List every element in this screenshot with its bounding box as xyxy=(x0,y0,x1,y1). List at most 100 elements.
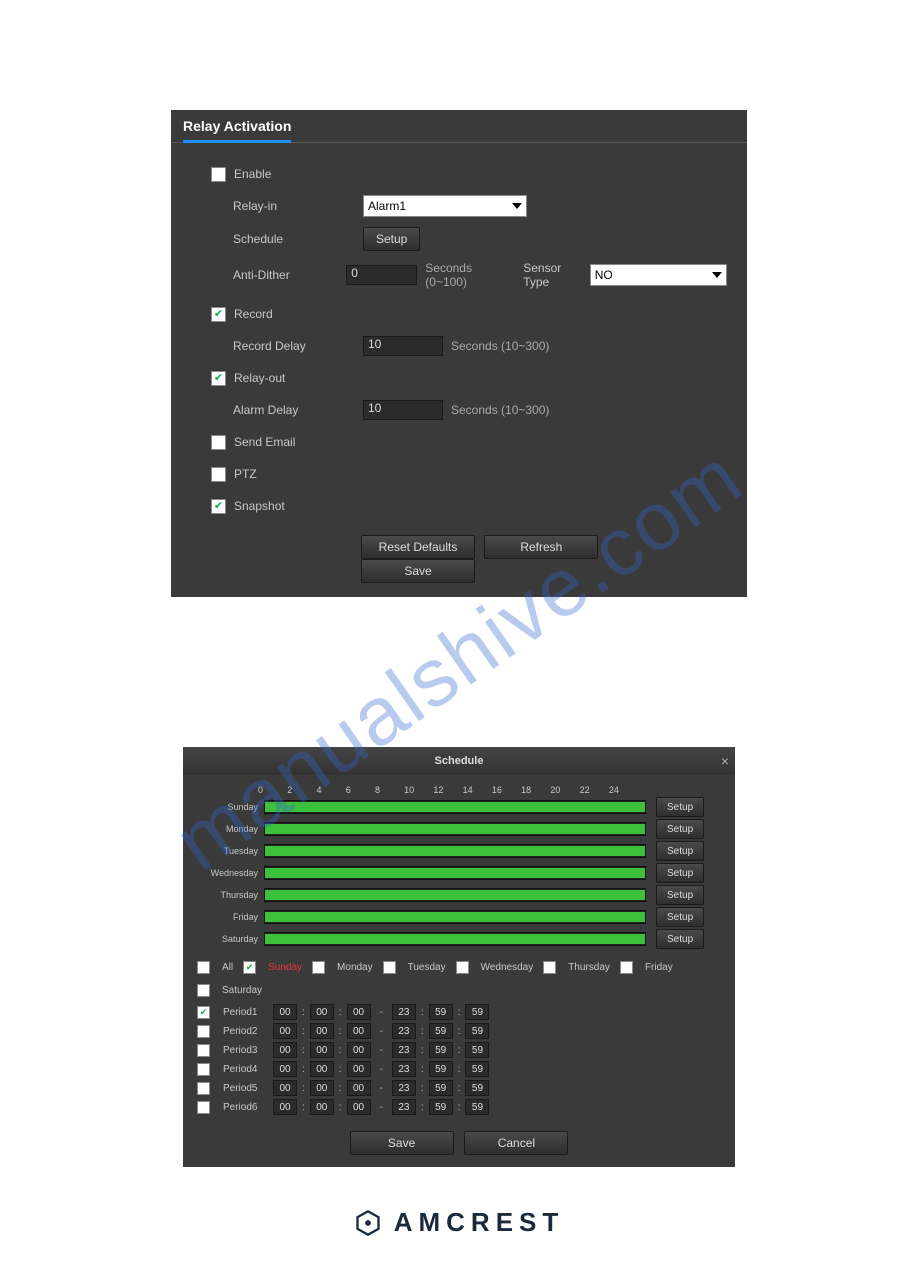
period-to-1[interactable]: 59 xyxy=(429,1004,453,1020)
period-to-0[interactable]: 23 xyxy=(392,1080,416,1096)
period-from-0[interactable]: 00 xyxy=(273,1061,297,1077)
day-bar[interactable] xyxy=(264,822,646,836)
period-from-1[interactable]: 00 xyxy=(310,1099,334,1115)
checkbox[interactable] xyxy=(383,961,396,974)
period-to-0[interactable]: 23 xyxy=(392,1004,416,1020)
period-to-0[interactable]: 23 xyxy=(392,1099,416,1115)
period-from-2[interactable]: 00 xyxy=(347,1042,371,1058)
period-from-2[interactable]: 00 xyxy=(347,1004,371,1020)
period-from-0[interactable]: 00 xyxy=(273,1023,297,1039)
hour-tick: 6 xyxy=(346,785,375,795)
checkbox[interactable] xyxy=(456,961,469,974)
checkbox[interactable] xyxy=(197,961,210,974)
day-setup-button[interactable]: Setup xyxy=(656,819,704,839)
period-from-0[interactable]: 00 xyxy=(273,1099,297,1115)
day-check-label: Saturday xyxy=(222,985,262,996)
day-check-thursday[interactable]: Thursday xyxy=(543,961,610,974)
checkbox[interactable] xyxy=(543,961,556,974)
day-setup-button[interactable]: Setup xyxy=(656,863,704,883)
day-bar[interactable] xyxy=(264,866,646,880)
period-checkbox[interactable] xyxy=(197,1044,210,1057)
day-setup-button[interactable]: Setup xyxy=(656,907,704,927)
day-check-all[interactable]: All xyxy=(197,961,233,974)
day-label: Sunday xyxy=(193,802,264,812)
period-checkbox[interactable] xyxy=(197,1063,210,1076)
record-delay-input[interactable]: 10 xyxy=(363,336,443,356)
period-to-1[interactable]: 59 xyxy=(429,1080,453,1096)
period-checkbox[interactable] xyxy=(197,1025,210,1038)
period-name: Period3 xyxy=(223,1045,268,1056)
relay-out-checkbox[interactable]: ✔ xyxy=(211,371,226,386)
anti-dither-input[interactable]: 0 xyxy=(346,265,417,285)
checkbox[interactable] xyxy=(620,961,633,974)
period-from-0[interactable]: 00 xyxy=(273,1080,297,1096)
sensor-type-select[interactable]: NO xyxy=(590,264,727,286)
alarm-delay-input[interactable]: 10 xyxy=(363,400,443,420)
period-to-2[interactable]: 59 xyxy=(465,1023,489,1039)
period-to-2[interactable]: 59 xyxy=(465,1042,489,1058)
period-from-2[interactable]: 00 xyxy=(347,1080,371,1096)
schedule-setup-button[interactable]: Setup xyxy=(363,227,420,251)
day-label: Wednesday xyxy=(193,868,264,878)
day-check-saturday[interactable]: Saturday xyxy=(197,984,262,997)
record-checkbox[interactable]: ✔ xyxy=(211,307,226,322)
period-to-0[interactable]: 23 xyxy=(392,1023,416,1039)
tab-relay-activation[interactable]: Relay Activation xyxy=(183,118,291,143)
period-from-1[interactable]: 00 xyxy=(310,1023,334,1039)
enable-checkbox[interactable] xyxy=(211,167,226,182)
period-checkbox[interactable] xyxy=(197,1101,210,1114)
period-checkbox[interactable] xyxy=(197,1082,210,1095)
period-to-1[interactable]: 59 xyxy=(429,1042,453,1058)
day-bar[interactable] xyxy=(264,910,646,924)
checkbox[interactable]: ✔ xyxy=(243,961,256,974)
day-bar[interactable] xyxy=(264,844,646,858)
day-bar[interactable] xyxy=(264,800,646,814)
period-to-1[interactable]: 59 xyxy=(429,1099,453,1115)
checkbox[interactable] xyxy=(312,961,325,974)
day-setup-button[interactable]: Setup xyxy=(656,885,704,905)
period-name: Period5 xyxy=(223,1083,268,1094)
send-email-checkbox[interactable] xyxy=(211,435,226,450)
period-to-1[interactable]: 59 xyxy=(429,1061,453,1077)
period-from-2[interactable]: 00 xyxy=(347,1023,371,1039)
schedule-save-button[interactable]: Save xyxy=(350,1131,454,1155)
period-from-2[interactable]: 00 xyxy=(347,1061,371,1077)
day-check-friday[interactable]: Friday xyxy=(620,961,673,974)
day-check-tuesday[interactable]: Tuesday xyxy=(383,961,446,974)
period-from-1[interactable]: 00 xyxy=(310,1061,334,1077)
ptz-checkbox[interactable] xyxy=(211,467,226,482)
checkbox[interactable] xyxy=(197,984,210,997)
snapshot-checkbox[interactable]: ✔ xyxy=(211,499,226,514)
period-from-1[interactable]: 00 xyxy=(310,1042,334,1058)
schedule-cancel-button[interactable]: Cancel xyxy=(464,1131,568,1155)
period-to-2[interactable]: 59 xyxy=(465,1080,489,1096)
save-button[interactable]: Save xyxy=(361,559,475,583)
reset-defaults-button[interactable]: Reset Defaults xyxy=(361,535,475,559)
period-to-2[interactable]: 59 xyxy=(465,1004,489,1020)
day-setup-button[interactable]: Setup xyxy=(656,929,704,949)
period-to-1[interactable]: 59 xyxy=(429,1023,453,1039)
period-to-0[interactable]: 23 xyxy=(392,1042,416,1058)
day-label: Monday xyxy=(193,824,264,834)
period-to-0[interactable]: 23 xyxy=(392,1061,416,1077)
period-from-1[interactable]: 00 xyxy=(310,1004,334,1020)
relay-in-select[interactable]: Alarm1 xyxy=(363,195,527,217)
period-to-2[interactable]: 59 xyxy=(465,1099,489,1115)
period-from-0[interactable]: 00 xyxy=(273,1004,297,1020)
brand-text: AMCREST xyxy=(394,1207,565,1238)
day-check-wednesday[interactable]: Wednesday xyxy=(456,961,534,974)
day-check-monday[interactable]: Monday xyxy=(312,961,373,974)
period-from-2[interactable]: 00 xyxy=(347,1099,371,1115)
day-setup-button[interactable]: Setup xyxy=(656,841,704,861)
day-bar[interactable] xyxy=(264,932,646,946)
period-from-1[interactable]: 00 xyxy=(310,1080,334,1096)
period-checkbox[interactable]: ✔ xyxy=(197,1006,210,1019)
period-from-0[interactable]: 00 xyxy=(273,1042,297,1058)
day-check-sunday[interactable]: ✔Sunday xyxy=(243,961,302,974)
close-icon[interactable]: × xyxy=(721,753,729,769)
refresh-button[interactable]: Refresh xyxy=(484,535,598,559)
ptz-label: PTZ xyxy=(234,467,257,481)
period-to-2[interactable]: 59 xyxy=(465,1061,489,1077)
day-bar[interactable] xyxy=(264,888,646,902)
day-setup-button[interactable]: Setup xyxy=(656,797,704,817)
